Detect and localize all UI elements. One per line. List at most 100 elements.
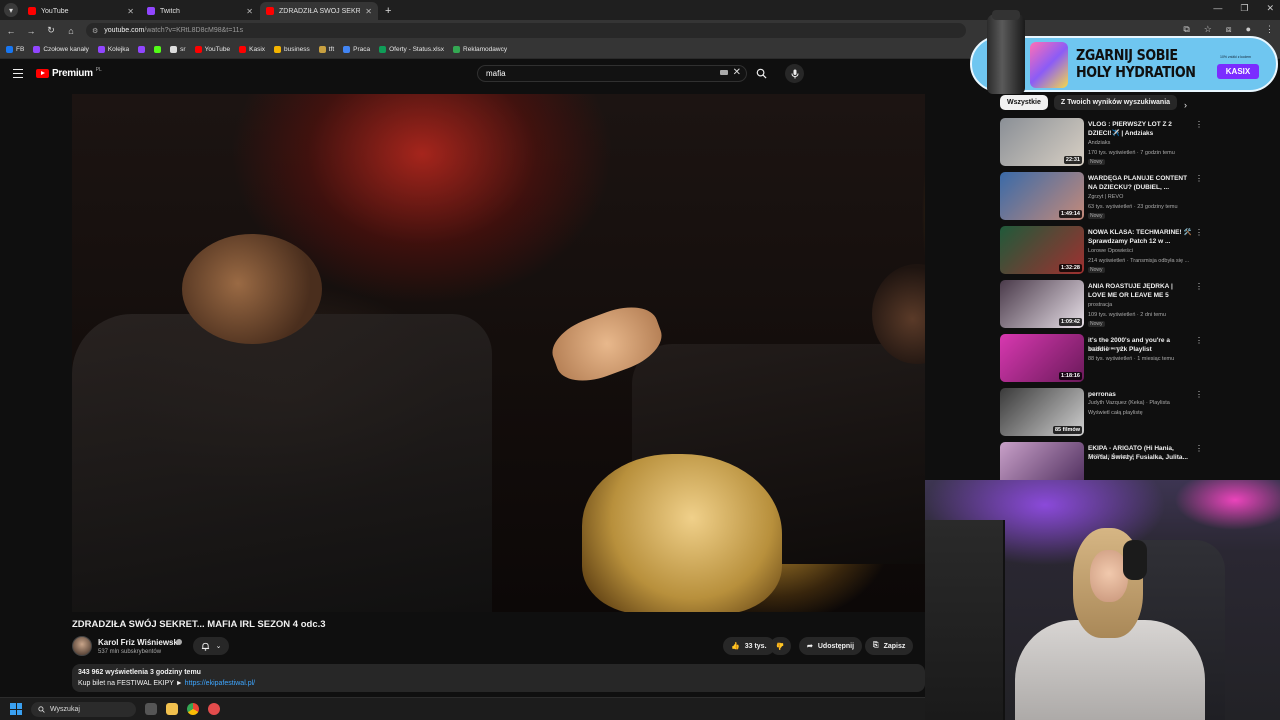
bookmark-item[interactable]: Czołowe kanały xyxy=(33,46,89,53)
video-thumbnail[interactable]: 85 filmów xyxy=(1000,388,1084,436)
webcam-overlay xyxy=(925,480,1280,720)
recommended-video[interactable]: 1:49:14 WARDĘGA PLANUJE CONTENT NA DZIECK… xyxy=(1000,172,1205,222)
video-thumbnail[interactable]: 22:31 xyxy=(1000,118,1084,166)
menu-hamburger-icon[interactable] xyxy=(13,69,23,78)
video-frame-golden-lion xyxy=(582,454,782,612)
more-options-icon[interactable]: ⋮ xyxy=(1195,120,1203,129)
video-thumbnail[interactable]: 1:09:42 xyxy=(1000,280,1084,328)
task-view-icon[interactable] xyxy=(145,703,157,715)
youtube-premium-logo[interactable]: Premium PL xyxy=(36,67,102,79)
bookmark-label: tft xyxy=(328,46,335,53)
channel-name[interactable]: Andziaks xyxy=(1088,140,1110,146)
save-label: Zapisz xyxy=(883,642,906,650)
voice-search-button[interactable] xyxy=(785,64,804,83)
recommended-video[interactable]: 85 filmów perronas Judyth Vazquez (Keka) ·… xyxy=(1000,388,1205,438)
site-info-icon[interactable]: ⚙ xyxy=(92,27,98,35)
video-player[interactable] xyxy=(72,94,925,612)
more-options-icon[interactable]: ⋮ xyxy=(1195,228,1203,237)
tab-search-button[interactable]: ▾ xyxy=(4,3,18,17)
bookmark-item[interactable]: Kasix xyxy=(239,46,265,53)
channel-name[interactable]: prostracja xyxy=(1088,302,1112,308)
recommended-video[interactable]: 1:18:16 it's the 2000's and you're a badd… xyxy=(1000,334,1205,384)
bookmark-label: Czołowe kanały xyxy=(43,46,89,53)
thumbs-up-icon: 👍 xyxy=(731,643,740,650)
bookmark-item[interactable]: tft xyxy=(318,46,335,53)
more-options-icon[interactable]: ⋮ xyxy=(1195,390,1203,399)
video-thumbnail[interactable]: 1:49:14 xyxy=(1000,172,1084,220)
more-options-icon[interactable]: ⋮ xyxy=(1195,282,1203,291)
taskbar-search[interactable]: Wyszukaj xyxy=(31,701,136,717)
bookmark-favicon-icon xyxy=(33,46,41,53)
chevron-right-icon[interactable]: › xyxy=(1184,100,1187,110)
bookmark-item[interactable]: Kolejka xyxy=(97,46,129,53)
ad-headline: ZGARNIJ SOBIE HOLY HYDRATION xyxy=(1076,47,1196,81)
chrome-icon[interactable] xyxy=(187,703,199,715)
maximize-icon[interactable]: ❐ xyxy=(1240,3,1248,14)
share-button[interactable]: ➦ Udostępnij xyxy=(799,637,863,655)
bookmark-item[interactable] xyxy=(138,46,146,53)
more-options-icon[interactable]: ⋮ xyxy=(1195,336,1203,345)
chip-all[interactable]: Wszystkie xyxy=(1000,95,1048,110)
channel-name[interactable]: baddie femme xyxy=(1088,346,1123,352)
clear-search-icon[interactable]: ✕ xyxy=(733,67,741,78)
bookmark-item[interactable] xyxy=(154,46,162,53)
bookmark-item[interactable]: Praca xyxy=(343,46,370,53)
description-box[interactable]: 343 962 wyświetlenia 3 godziny temu Kup … xyxy=(72,664,925,692)
video-title[interactable]: perronas xyxy=(1088,390,1192,399)
file-explorer-icon[interactable] xyxy=(166,703,178,715)
minimize-icon[interactable]: — xyxy=(1213,3,1222,14)
windows-start-icon[interactable] xyxy=(10,703,22,715)
bookmark-item[interactable]: sr xyxy=(170,46,186,53)
address-bar[interactable]: ⚙ youtube.com/watch?v=KRtL8D8cM98&t=11s xyxy=(86,23,966,38)
bookmark-label: Praca xyxy=(353,46,371,53)
video-thumbnail[interactable]: 1:18:16 xyxy=(1000,334,1084,382)
channel-name[interactable]: Judyth Vazquez (Keka) · Playlista xyxy=(1088,400,1170,406)
save-button[interactable]: ⎘ Zapisz xyxy=(865,637,914,655)
tab-close-icon[interactable]: ✕ xyxy=(246,7,253,16)
dislike-button[interactable]: 👍 xyxy=(770,637,791,655)
video-title[interactable]: WARDĘGA PLANUJE CONTENT NA DZIECKU? (DUB… xyxy=(1088,174,1192,192)
channel-avatar[interactable] xyxy=(72,636,92,656)
search-button[interactable] xyxy=(750,65,772,82)
tab-close-icon[interactable]: ✕ xyxy=(365,7,372,16)
search-input[interactable]: mafia ✕ xyxy=(477,65,747,82)
channel-name[interactable]: Lorowe Opowieści xyxy=(1088,248,1133,254)
browser-tab-video[interactable]: ZDRADZIŁA SWÓJ SEKRET... M ✕ xyxy=(260,2,378,20)
filter-chips: Wszystkie Z Twoich wyników wyszukiwania xyxy=(1000,95,1178,110)
forward-arrow-icon[interactable]: → xyxy=(26,26,36,36)
video-thumbnail[interactable]: 1:32:28 xyxy=(1000,226,1084,274)
browser-tab-twitch[interactable]: Twitch ✕ xyxy=(141,2,259,20)
channel-name[interactable]: Karol Friz Wiśniewski xyxy=(98,638,180,647)
bookmark-item[interactable]: YouTube xyxy=(194,46,230,53)
recommended-video[interactable]: 1:32:28 NOWA KLASA: TECHMARINE! 🛠️ Sprawd… xyxy=(1000,226,1205,276)
keyboard-icon[interactable] xyxy=(720,70,728,75)
more-options-icon[interactable]: ⋮ xyxy=(1195,444,1203,453)
browser-tab-youtube[interactable]: YouTube ✕ xyxy=(22,2,140,20)
new-badge: Nowy xyxy=(1088,321,1105,327)
chip-from-search[interactable]: Z Twoich wyników wyszukiwania xyxy=(1053,95,1178,110)
recommended-video[interactable]: 22:31 VLOG : PIERWSZY LOT Z 2 DZIECI!✈️ |… xyxy=(1000,118,1205,168)
video-title[interactable]: ANIA ROASTUJE JĘDRKA | LOVE ME OR LEAVE … xyxy=(1088,282,1192,300)
new-tab-plus-icon[interactable]: + xyxy=(385,5,391,17)
bookmark-item[interactable]: business xyxy=(274,46,310,53)
like-button[interactable]: 👍 33 tys. xyxy=(723,637,775,655)
more-options-icon[interactable]: ⋮ xyxy=(1195,174,1203,183)
back-arrow-icon[interactable]: ← xyxy=(6,26,16,36)
recommended-video[interactable]: 1:09:42 ANIA ROASTUJE JĘDRKA | LOVE ME OR… xyxy=(1000,280,1205,330)
reload-icon[interactable]: ↻ xyxy=(46,25,56,36)
description-link[interactable]: https://ekipafestiwal.pl/ xyxy=(185,680,255,687)
bookmark-item[interactable]: FB xyxy=(6,46,24,53)
channel-name[interactable]: Zgrzyt | REVO xyxy=(1088,194,1123,200)
video-title[interactable]: VLOG : PIERWSZY LOT Z 2 DZIECI!✈️ | Andz… xyxy=(1088,120,1192,138)
home-icon[interactable]: ⌂ xyxy=(66,26,76,36)
app-icon[interactable] xyxy=(208,703,220,715)
bookmark-item[interactable]: Oferty - Status.xlsx xyxy=(379,46,444,53)
tab-close-icon[interactable]: ✕ xyxy=(127,7,134,16)
url-path: /watch?v=KRtL8D8cM98&t=11s xyxy=(144,27,244,34)
notification-bell-button[interactable]: ⌄ xyxy=(193,637,229,655)
close-window-icon[interactable]: ✕ xyxy=(1266,3,1274,14)
channel-name[interactable]: EKIPA · i jeszcze 4 xyxy=(1088,454,1134,460)
bookmark-item[interactable]: Reklamodawcy xyxy=(453,46,507,53)
shaker-bottle-image xyxy=(987,10,1025,94)
video-title[interactable]: NOWA KLASA: TECHMARINE! 🛠️ Sprawdzamy Pa… xyxy=(1088,228,1192,246)
